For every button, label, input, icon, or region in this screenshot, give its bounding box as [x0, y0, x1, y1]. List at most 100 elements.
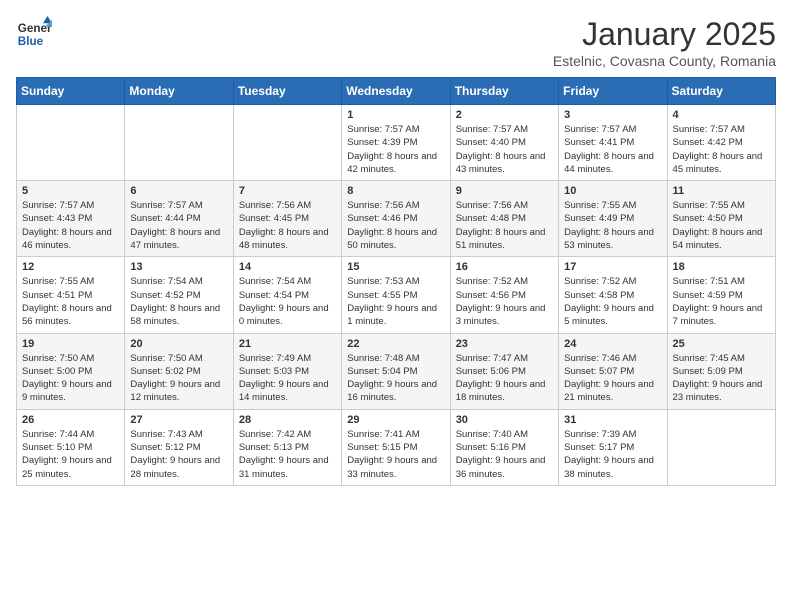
day-number: 5: [22, 185, 119, 197]
calendar-cell: 21 Sunrise: 7:49 AM Sunset: 5:03 PM Dayl…: [233, 333, 341, 409]
day-number: 9: [456, 185, 553, 197]
day-number: 24: [564, 338, 661, 350]
day-info: Sunrise: 7:56 AM Sunset: 4:46 PM Dayligh…: [347, 199, 444, 252]
day-number: 21: [239, 338, 336, 350]
day-number: 4: [673, 109, 770, 121]
calendar-cell: 15 Sunrise: 7:53 AM Sunset: 4:55 PM Dayl…: [342, 257, 450, 333]
day-info: Sunrise: 7:54 AM Sunset: 4:52 PM Dayligh…: [130, 275, 227, 328]
day-number: 22: [347, 338, 444, 350]
calendar-cell: 10 Sunrise: 7:55 AM Sunset: 4:49 PM Dayl…: [559, 181, 667, 257]
calendar-cell: 2 Sunrise: 7:57 AM Sunset: 4:40 PM Dayli…: [450, 105, 558, 181]
weekday-header-thursday: Thursday: [450, 78, 558, 105]
day-info: Sunrise: 7:40 AM Sunset: 5:16 PM Dayligh…: [456, 428, 553, 481]
day-number: 30: [456, 414, 553, 426]
weekday-header-friday: Friday: [559, 78, 667, 105]
calendar-week-row: 1 Sunrise: 7:57 AM Sunset: 4:39 PM Dayli…: [17, 105, 776, 181]
day-info: Sunrise: 7:43 AM Sunset: 5:12 PM Dayligh…: [130, 428, 227, 481]
day-info: Sunrise: 7:48 AM Sunset: 5:04 PM Dayligh…: [347, 352, 444, 405]
day-info: Sunrise: 7:52 AM Sunset: 4:56 PM Dayligh…: [456, 275, 553, 328]
calendar-cell: 4 Sunrise: 7:57 AM Sunset: 4:42 PM Dayli…: [667, 105, 775, 181]
day-number: 14: [239, 261, 336, 273]
day-info: Sunrise: 7:56 AM Sunset: 4:48 PM Dayligh…: [456, 199, 553, 252]
day-info: Sunrise: 7:49 AM Sunset: 5:03 PM Dayligh…: [239, 352, 336, 405]
day-info: Sunrise: 7:51 AM Sunset: 4:59 PM Dayligh…: [673, 275, 770, 328]
day-info: Sunrise: 7:53 AM Sunset: 4:55 PM Dayligh…: [347, 275, 444, 328]
calendar-cell: 16 Sunrise: 7:52 AM Sunset: 4:56 PM Dayl…: [450, 257, 558, 333]
calendar-cell: 1 Sunrise: 7:57 AM Sunset: 4:39 PM Dayli…: [342, 105, 450, 181]
weekday-header-tuesday: Tuesday: [233, 78, 341, 105]
day-info: Sunrise: 7:57 AM Sunset: 4:42 PM Dayligh…: [673, 123, 770, 176]
calendar-cell: 31 Sunrise: 7:39 AM Sunset: 5:17 PM Dayl…: [559, 409, 667, 485]
calendar-cell: [125, 105, 233, 181]
day-number: 10: [564, 185, 661, 197]
day-info: Sunrise: 7:57 AM Sunset: 4:44 PM Dayligh…: [130, 199, 227, 252]
day-number: 23: [456, 338, 553, 350]
day-info: Sunrise: 7:57 AM Sunset: 4:40 PM Dayligh…: [456, 123, 553, 176]
calendar-cell: 8 Sunrise: 7:56 AM Sunset: 4:46 PM Dayli…: [342, 181, 450, 257]
calendar-cell: 5 Sunrise: 7:57 AM Sunset: 4:43 PM Dayli…: [17, 181, 125, 257]
logo-icon: General Blue: [16, 16, 52, 52]
calendar-cell: 7 Sunrise: 7:56 AM Sunset: 4:45 PM Dayli…: [233, 181, 341, 257]
calendar-cell: [233, 105, 341, 181]
day-number: 25: [673, 338, 770, 350]
day-info: Sunrise: 7:57 AM Sunset: 4:43 PM Dayligh…: [22, 199, 119, 252]
day-number: 15: [347, 261, 444, 273]
page-header: General Blue January 2025 Estelnic, Cova…: [16, 16, 776, 69]
calendar-cell: [17, 105, 125, 181]
calendar-cell: 11 Sunrise: 7:55 AM Sunset: 4:50 PM Dayl…: [667, 181, 775, 257]
day-info: Sunrise: 7:46 AM Sunset: 5:07 PM Dayligh…: [564, 352, 661, 405]
weekday-header-sunday: Sunday: [17, 78, 125, 105]
day-info: Sunrise: 7:54 AM Sunset: 4:54 PM Dayligh…: [239, 275, 336, 328]
calendar-cell: 18 Sunrise: 7:51 AM Sunset: 4:59 PM Dayl…: [667, 257, 775, 333]
location-title: Estelnic, Covasna County, Romania: [553, 53, 776, 69]
calendar-cell: 28 Sunrise: 7:42 AM Sunset: 5:13 PM Dayl…: [233, 409, 341, 485]
day-number: 1: [347, 109, 444, 121]
calendar-cell: 20 Sunrise: 7:50 AM Sunset: 5:02 PM Dayl…: [125, 333, 233, 409]
month-title: January 2025: [553, 16, 776, 53]
day-number: 12: [22, 261, 119, 273]
weekday-header-wednesday: Wednesday: [342, 78, 450, 105]
calendar-cell: 29 Sunrise: 7:41 AM Sunset: 5:15 PM Dayl…: [342, 409, 450, 485]
day-info: Sunrise: 7:50 AM Sunset: 5:00 PM Dayligh…: [22, 352, 119, 405]
day-info: Sunrise: 7:57 AM Sunset: 4:39 PM Dayligh…: [347, 123, 444, 176]
day-info: Sunrise: 7:50 AM Sunset: 5:02 PM Dayligh…: [130, 352, 227, 405]
day-info: Sunrise: 7:57 AM Sunset: 4:41 PM Dayligh…: [564, 123, 661, 176]
day-info: Sunrise: 7:39 AM Sunset: 5:17 PM Dayligh…: [564, 428, 661, 481]
day-number: 29: [347, 414, 444, 426]
calendar-table: SundayMondayTuesdayWednesdayThursdayFrid…: [16, 77, 776, 486]
weekday-header-row: SundayMondayTuesdayWednesdayThursdayFrid…: [17, 78, 776, 105]
calendar-cell: 9 Sunrise: 7:56 AM Sunset: 4:48 PM Dayli…: [450, 181, 558, 257]
calendar-week-row: 26 Sunrise: 7:44 AM Sunset: 5:10 PM Dayl…: [17, 409, 776, 485]
calendar-week-row: 12 Sunrise: 7:55 AM Sunset: 4:51 PM Dayl…: [17, 257, 776, 333]
calendar-cell: 25 Sunrise: 7:45 AM Sunset: 5:09 PM Dayl…: [667, 333, 775, 409]
day-number: 16: [456, 261, 553, 273]
day-number: 3: [564, 109, 661, 121]
day-info: Sunrise: 7:55 AM Sunset: 4:50 PM Dayligh…: [673, 199, 770, 252]
day-number: 27: [130, 414, 227, 426]
day-number: 28: [239, 414, 336, 426]
calendar-week-row: 5 Sunrise: 7:57 AM Sunset: 4:43 PM Dayli…: [17, 181, 776, 257]
svg-text:General: General: [18, 22, 52, 35]
calendar-cell: 12 Sunrise: 7:55 AM Sunset: 4:51 PM Dayl…: [17, 257, 125, 333]
calendar-cell: 22 Sunrise: 7:48 AM Sunset: 5:04 PM Dayl…: [342, 333, 450, 409]
title-block: January 2025 Estelnic, Covasna County, R…: [553, 16, 776, 69]
day-info: Sunrise: 7:47 AM Sunset: 5:06 PM Dayligh…: [456, 352, 553, 405]
calendar-cell: 19 Sunrise: 7:50 AM Sunset: 5:00 PM Dayl…: [17, 333, 125, 409]
svg-text:Blue: Blue: [18, 35, 44, 48]
logo: General Blue: [16, 16, 52, 52]
calendar-body: 1 Sunrise: 7:57 AM Sunset: 4:39 PM Dayli…: [17, 105, 776, 486]
day-number: 2: [456, 109, 553, 121]
weekday-header-monday: Monday: [125, 78, 233, 105]
day-number: 26: [22, 414, 119, 426]
calendar-cell: 14 Sunrise: 7:54 AM Sunset: 4:54 PM Dayl…: [233, 257, 341, 333]
day-number: 31: [564, 414, 661, 426]
calendar-cell: 30 Sunrise: 7:40 AM Sunset: 5:16 PM Dayl…: [450, 409, 558, 485]
day-info: Sunrise: 7:41 AM Sunset: 5:15 PM Dayligh…: [347, 428, 444, 481]
day-info: Sunrise: 7:45 AM Sunset: 5:09 PM Dayligh…: [673, 352, 770, 405]
calendar-week-row: 19 Sunrise: 7:50 AM Sunset: 5:00 PM Dayl…: [17, 333, 776, 409]
day-number: 8: [347, 185, 444, 197]
day-number: 13: [130, 261, 227, 273]
day-info: Sunrise: 7:55 AM Sunset: 4:49 PM Dayligh…: [564, 199, 661, 252]
day-number: 11: [673, 185, 770, 197]
day-info: Sunrise: 7:52 AM Sunset: 4:58 PM Dayligh…: [564, 275, 661, 328]
